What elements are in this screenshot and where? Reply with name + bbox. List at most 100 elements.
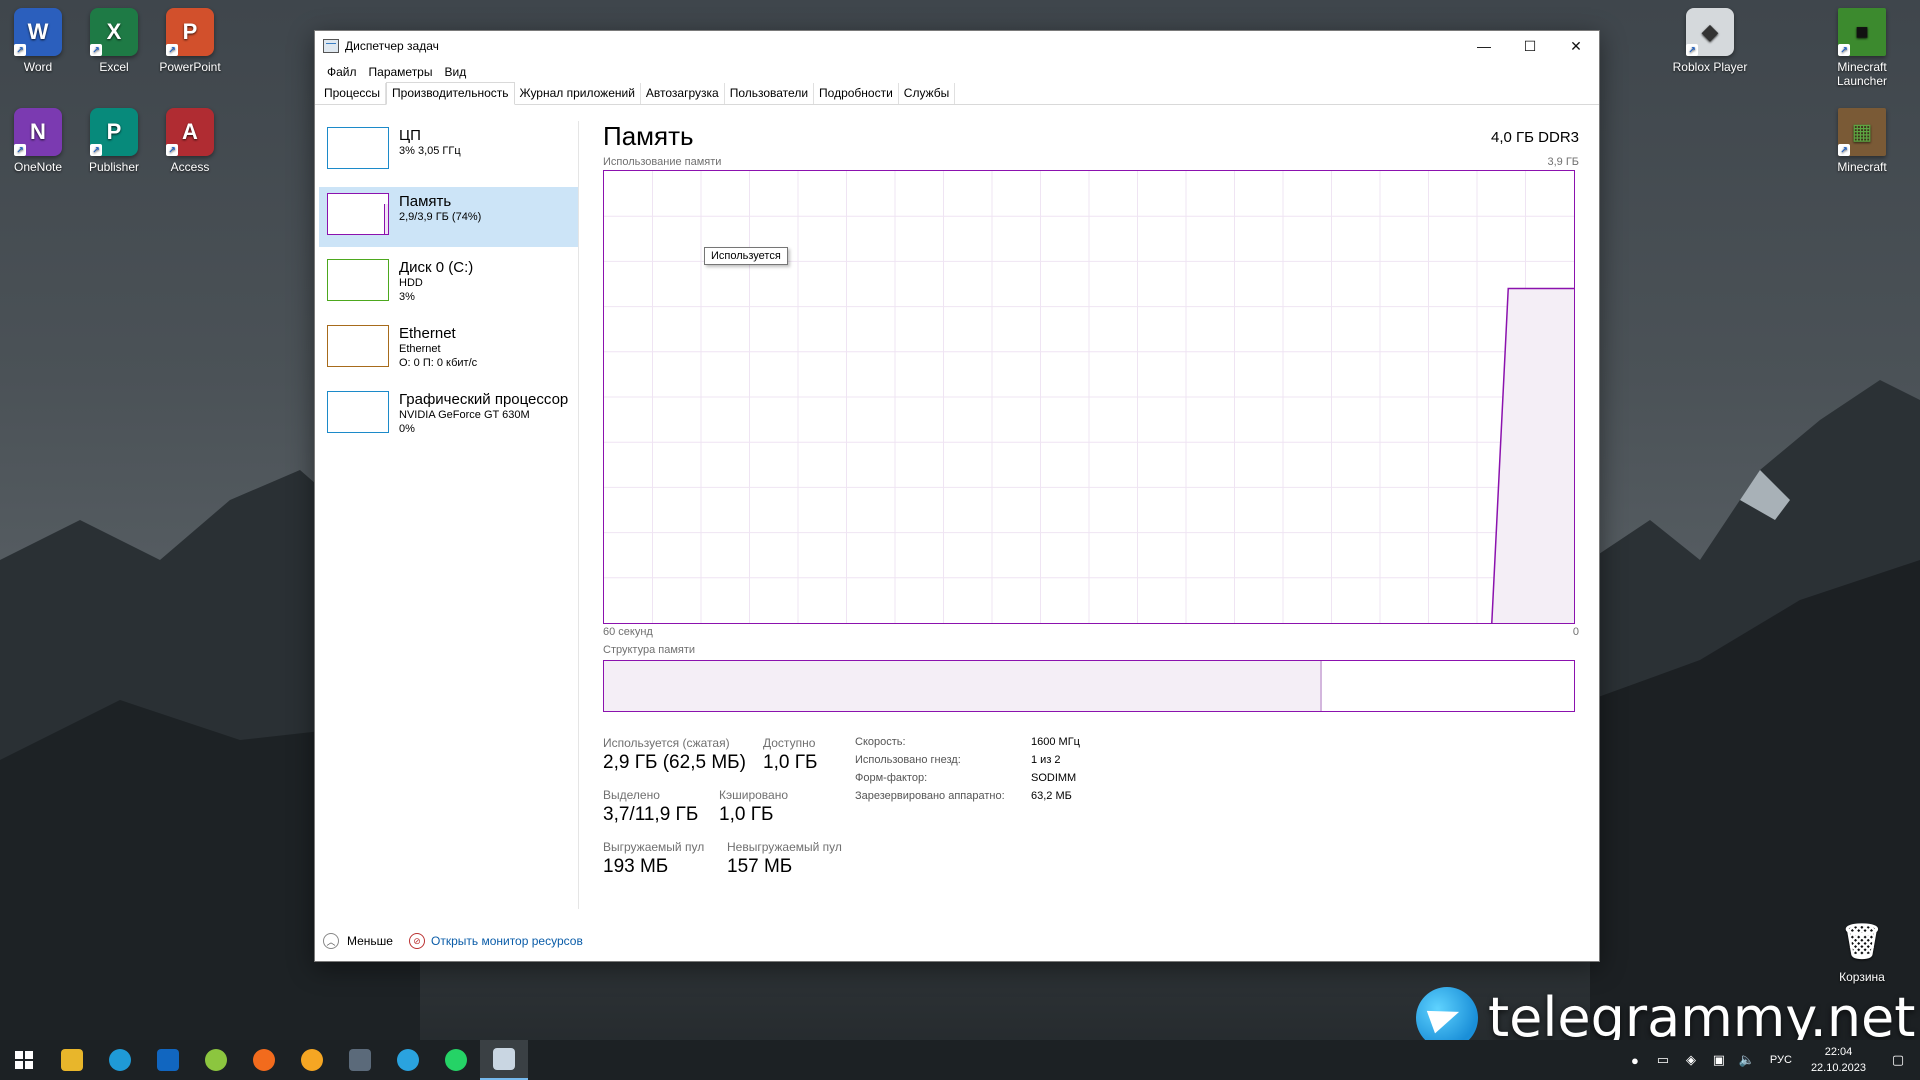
taskbar-app[interactable] <box>192 1040 240 1080</box>
performance-sidebar: ЦП 3% 3,05 ГГц Память 2,9/3,9 ГБ (74%) Д… <box>319 121 579 909</box>
network-icon[interactable]: ▣ <box>1705 1052 1733 1068</box>
desktop-icon-onenote[interactable]: N ↗ OneNote <box>0 108 76 174</box>
desktop-icon-label: Minecraft Launcher <box>1836 60 1888 88</box>
desktop-icon-label: Roblox Player <box>1672 60 1748 74</box>
stat-paged-pool: Выгружаемый пул 193 МБ <box>603 840 704 878</box>
menu-options[interactable]: Параметры <box>363 65 439 79</box>
stat-value: 157 МБ <box>727 856 793 877</box>
desktop-icon-label: OneNote <box>13 160 63 174</box>
sidebar-item-gpu[interactable]: Графический процессор NVIDIA GeForce GT … <box>319 385 578 445</box>
start-button[interactable] <box>0 1040 48 1080</box>
stat-label: Невыгружаемый пул <box>727 840 842 854</box>
desktop-icon-publisher[interactable]: P ↗ Publisher <box>76 108 152 174</box>
sidebar-item-detail: 0% <box>399 423 415 435</box>
desktop-icon-word[interactable]: W ↗ Word <box>0 8 76 74</box>
maximize-button[interactable]: ☐ <box>1507 31 1553 61</box>
spec-key: Зарезервировано аппаратно: <box>855 790 1005 802</box>
clock[interactable]: 22:04 22.10.2023 <box>1801 1044 1876 1076</box>
taskbar-telegram[interactable] <box>384 1040 432 1080</box>
desktop-icon-powerpoint[interactable]: P ↗ PowerPoint <box>152 8 228 74</box>
tab-performance[interactable]: Производительность <box>386 82 515 105</box>
spec-value: 1600 МГц <box>1031 736 1080 748</box>
spec-value: SODIMM <box>1031 772 1077 784</box>
memory-stats: Используется (сжатая) 2,9 ГБ (62,5 МБ) Д… <box>603 736 1579 878</box>
desktop-icon-excel[interactable]: X ↗ Excel <box>76 8 152 74</box>
sidebar-item-ethernet[interactable]: Ethernet Ethernet О: 0 П: 0 кбит/с <box>319 319 578 379</box>
memory-composition-bar[interactable] <box>603 660 1575 712</box>
footer-bar: ︿ Меньше ⊘ Открыть монитор ресурсов <box>323 933 583 949</box>
menu-file[interactable]: Файл <box>321 65 363 79</box>
tab-processes[interactable]: Процессы <box>319 83 387 104</box>
access-icon: A ↗ <box>166 108 214 156</box>
sidebar-item-name: Ethernet <box>399 325 456 342</box>
taskbar: ● ▭ ◈ ▣ 🔈 РУС 22:04 22.10.2023 ▢ <box>0 1040 1920 1080</box>
spec-key: Форм-фактор: <box>855 772 928 784</box>
tab-details[interactable]: Подробности <box>814 83 899 104</box>
window-controls: — ☐ ✕ <box>1461 31 1599 61</box>
minimize-button[interactable]: — <box>1461 31 1507 61</box>
tab-startup[interactable]: Автозагрузка <box>641 83 725 104</box>
spec-row-speed: Скорость: 1600 МГц <box>855 736 1080 754</box>
minecraft-launcher-icon: ■ ↗ <box>1838 8 1886 56</box>
task-manager-icon <box>323 39 339 53</box>
spec-value: 63,2 МБ <box>1031 790 1072 802</box>
taskbar-weather[interactable] <box>288 1040 336 1080</box>
app-icon <box>205 1049 227 1071</box>
graph-tooltip: Используется <box>704 247 788 265</box>
taskbar-task-manager[interactable] <box>480 1040 528 1080</box>
tab-services[interactable]: Службы <box>899 83 956 104</box>
taskbar-yandex[interactable] <box>240 1040 288 1080</box>
tab-bar: Процессы Производительность Журнал прило… <box>315 82 1599 105</box>
language-indicator[interactable]: РУС <box>1761 1054 1801 1066</box>
sidebar-item-cpu[interactable]: ЦП 3% 3,05 ГГц <box>319 121 578 181</box>
desktop-icon-roblox[interactable]: ◆ ↗ Roblox Player <box>1672 8 1748 74</box>
desktop-icon-label: Word <box>23 60 53 74</box>
fewer-details-button[interactable]: Меньше <box>347 934 393 948</box>
sidebar-item-detail: NVIDIA GeForce GT 630M <box>399 409 530 421</box>
desktop-icon-minecraft[interactable]: ▦ ↗ Minecraft <box>1822 108 1902 174</box>
security-icon[interactable]: ◈ <box>1677 1052 1705 1068</box>
axis-left-label: 60 секунд <box>603 626 653 638</box>
volume-icon[interactable]: 🔈 <box>1733 1052 1761 1068</box>
stat-label: Кэшировано <box>719 788 789 802</box>
sidebar-item-memory[interactable]: Память 2,9/3,9 ГБ (74%) <box>319 187 578 247</box>
desktop-icon-recycle-bin[interactable]: 🗑 Корзина <box>1822 918 1902 984</box>
network-status-icon[interactable]: ● <box>1621 1053 1649 1068</box>
yandex-icon <box>253 1049 275 1071</box>
stat-in-use: Используется (сжатая) 2,9 ГБ (62,5 МБ) <box>603 736 746 774</box>
spec-row-slots: Использовано гнезд: 1 из 2 <box>855 754 1080 772</box>
open-resource-monitor-link[interactable]: Открыть монитор ресурсов <box>431 934 583 948</box>
taskbar-calculator[interactable] <box>336 1040 384 1080</box>
chevron-up-icon[interactable]: ︿ <box>323 933 339 949</box>
notifications-icon[interactable]: ▢ <box>1876 1052 1920 1068</box>
memory-composition-used <box>604 661 1322 711</box>
sidebar-item-disk[interactable]: Диск 0 (C:) HDD 3% <box>319 253 578 313</box>
memory-thumbnail-graph <box>327 193 389 235</box>
excel-icon: X ↗ <box>90 8 138 56</box>
tab-users[interactable]: Пользователи <box>725 83 815 104</box>
memory-usage-graph[interactable]: Используется <box>603 170 1575 624</box>
taskbar-outlook[interactable] <box>144 1040 192 1080</box>
desktop-icon-access[interactable]: A ↗ Access <box>152 108 228 174</box>
menu-view[interactable]: Вид <box>438 65 472 79</box>
cpu-thumbnail-graph <box>327 127 389 169</box>
desktop-icon-label: Access <box>170 160 210 174</box>
desktop-icon-minecraft-launcher[interactable]: ■ ↗ Minecraft Launcher <box>1822 8 1902 88</box>
taskbar-file-explorer[interactable] <box>48 1040 96 1080</box>
recycle-bin-icon: 🗑 <box>1840 923 1884 961</box>
desktop-icon-label: Publisher <box>88 160 140 174</box>
spec-row-reserved: Зарезервировано аппаратно: 63,2 МБ <box>855 790 1080 808</box>
taskbar-edge[interactable] <box>96 1040 144 1080</box>
sidebar-item-detail: 3% <box>399 291 415 303</box>
title-bar[interactable]: Диспетчер задач — ☐ ✕ <box>315 31 1599 61</box>
task-manager-icon <box>493 1048 515 1070</box>
tablet-icon[interactable]: ▭ <box>1649 1052 1677 1068</box>
close-button[interactable]: ✕ <box>1553 31 1599 61</box>
spec-value: 1 из 2 <box>1031 754 1061 766</box>
roblox-icon: ◆ ↗ <box>1686 8 1734 56</box>
stat-label: Доступно <box>763 736 816 750</box>
memory-specs-table: Скорость: 1600 МГц Использовано гнезд: 1 и… <box>855 736 1080 808</box>
tab-app-history[interactable]: Журнал приложений <box>515 83 641 104</box>
taskbar-whatsapp[interactable] <box>432 1040 480 1080</box>
stat-value: 2,9 ГБ (62,5 МБ) <box>603 752 746 773</box>
